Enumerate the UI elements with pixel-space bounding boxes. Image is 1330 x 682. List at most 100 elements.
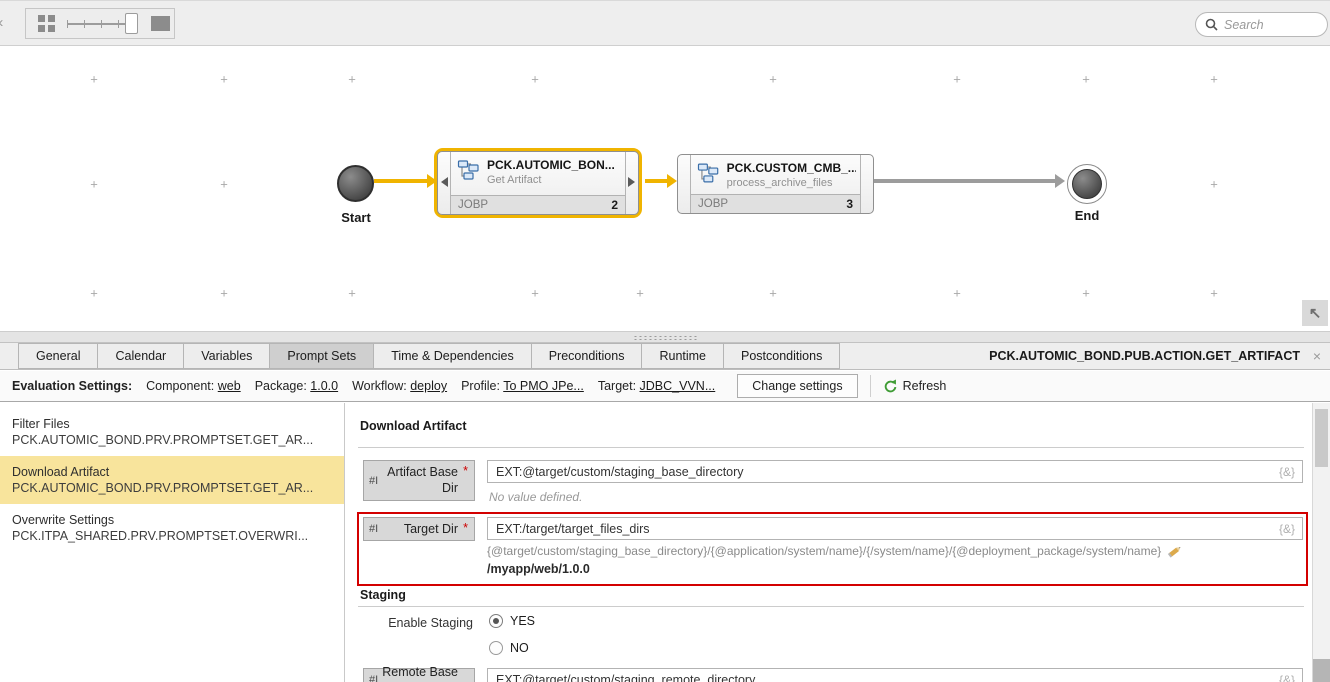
scrollbar-thumb[interactable] bbox=[1315, 409, 1328, 467]
change-settings-button[interactable]: Change settings bbox=[737, 374, 857, 398]
tab-general[interactable]: General bbox=[18, 343, 98, 369]
target-dir-field: {&} bbox=[487, 517, 1303, 540]
list-item-filter-files[interactable]: Filter Files PCK.AUTOMIC_BOND.PRV.PROMPT… bbox=[0, 408, 344, 456]
collapse-panel-icon[interactable]: « bbox=[0, 14, 1, 31]
section-heading: Download Artifact bbox=[360, 419, 466, 433]
remote-base-dir-input[interactable] bbox=[487, 668, 1303, 682]
splitter-handle-icon bbox=[633, 335, 697, 341]
grid-mark: + bbox=[769, 72, 777, 87]
tab-prompt-sets[interactable]: Prompt Sets bbox=[269, 343, 374, 369]
edit-pencil-icon[interactable] bbox=[1167, 544, 1183, 558]
end-node-label: End bbox=[1058, 208, 1116, 223]
profile-label: Profile: bbox=[461, 379, 500, 393]
divider bbox=[358, 606, 1304, 607]
refresh-label: Refresh bbox=[903, 379, 947, 393]
close-icon[interactable]: × bbox=[1313, 343, 1321, 370]
node-left-handle[interactable] bbox=[678, 155, 691, 213]
workflow-link[interactable]: deploy bbox=[410, 379, 447, 393]
grid-mark: + bbox=[90, 72, 98, 87]
grid-mark: + bbox=[1210, 72, 1218, 87]
app-window: « ++++++++++++++++++++ Start bbox=[0, 0, 1330, 682]
profile-link[interactable]: To PMO JPe... bbox=[503, 379, 584, 393]
staging-section-heading: Staging bbox=[360, 588, 406, 602]
refresh-button[interactable]: Refresh bbox=[883, 379, 947, 394]
grid-mark: + bbox=[531, 286, 539, 301]
radio-icon[interactable] bbox=[489, 614, 503, 628]
remote-base-dir-field: {&} bbox=[487, 668, 1303, 682]
workflow-node-get-artifact[interactable]: PCK.AUTOMIC_BON... Get Artifact JOBP 2 bbox=[434, 148, 642, 218]
node-right-handle[interactable] bbox=[625, 152, 638, 214]
target-link[interactable]: JDBC_VVN... bbox=[640, 379, 716, 393]
end-node[interactable] bbox=[1067, 164, 1107, 204]
grid-mark: + bbox=[1210, 177, 1218, 192]
tab-calendar[interactable]: Calendar bbox=[97, 343, 184, 369]
target-dir-highlight-box: #I Target Dir * {&} {@target/custom/stag… bbox=[357, 512, 1308, 586]
edge-arrowhead bbox=[1055, 174, 1065, 188]
panel-splitter[interactable] bbox=[0, 331, 1330, 343]
workflow-node-process-archive-files[interactable]: PCK.CUSTOM_CMB_... process_archive_files… bbox=[677, 154, 874, 214]
grid-mark: + bbox=[769, 286, 777, 301]
zoom-slider-handle[interactable] bbox=[125, 13, 138, 34]
list-item-title: Filter Files bbox=[12, 416, 332, 432]
tab-preconditions[interactable]: Preconditions bbox=[531, 343, 643, 369]
list-item-overwrite-settings[interactable]: Overwrite Settings PCK.ITPA_SHARED.PRV.P… bbox=[0, 504, 344, 552]
grid-mark: + bbox=[953, 286, 961, 301]
node-left-handle[interactable] bbox=[438, 152, 451, 214]
grid-mark: + bbox=[90, 286, 98, 301]
search-box bbox=[1195, 12, 1328, 37]
grid-mark: + bbox=[1210, 286, 1218, 301]
component-label: Component: bbox=[146, 379, 214, 393]
tab-time-dependencies[interactable]: Time & Dependencies bbox=[373, 343, 532, 369]
radio-label: YES bbox=[510, 614, 535, 628]
grid-mark: + bbox=[348, 286, 356, 301]
node-index: 2 bbox=[611, 198, 618, 212]
component-link[interactable]: web bbox=[218, 379, 241, 393]
list-item-download-artifact[interactable]: Download Artifact PCK.AUTOMIC_BOND.PRV.P… bbox=[0, 456, 344, 504]
tab-postconditions[interactable]: Postconditions bbox=[723, 343, 840, 369]
workflow-label: Workflow: bbox=[352, 379, 407, 393]
search-input[interactable] bbox=[1224, 18, 1318, 32]
start-node[interactable] bbox=[337, 165, 374, 202]
grid-mark: + bbox=[90, 177, 98, 192]
node-type: JOBP bbox=[698, 198, 728, 210]
scrollbar-down-button[interactable] bbox=[1313, 659, 1330, 682]
start-node-label: Start bbox=[327, 210, 385, 225]
node-title: PCK.AUTOMIC_BON... bbox=[487, 158, 615, 172]
canvas-toolbar: « bbox=[0, 1, 1330, 46]
grid-mark: + bbox=[220, 72, 228, 87]
grid-view-icon[interactable] bbox=[38, 15, 45, 22]
radio-enable-staging-no[interactable]: NO bbox=[489, 641, 529, 655]
no-value-note: No value defined. bbox=[489, 490, 582, 504]
vertical-scrollbar[interactable] bbox=[1312, 403, 1330, 682]
node-title: PCK.CUSTOM_CMB_... bbox=[727, 161, 856, 175]
edge-start-to-node1 bbox=[374, 179, 428, 183]
zoom-fit-button[interactable] bbox=[151, 16, 170, 31]
zoom-slider[interactable] bbox=[67, 13, 135, 34]
edge-node2-to-end bbox=[874, 179, 1056, 183]
object-title: PCK.AUTOMIC_BOND.PUB.ACTION.GET_ARTIFACT bbox=[989, 343, 1300, 370]
package-link[interactable]: 1.0.0 bbox=[310, 379, 338, 393]
radio-enable-staging-yes[interactable]: YES bbox=[489, 614, 535, 628]
list-item-subtitle: PCK.AUTOMIC_BOND.PRV.PROMPTSET.GET_AR... bbox=[12, 480, 332, 496]
radio-icon[interactable] bbox=[489, 641, 503, 655]
node-subtitle: Get Artifact bbox=[487, 174, 615, 186]
grid-mark: + bbox=[531, 72, 539, 87]
list-item-subtitle: PCK.ITPA_SHARED.PRV.PROMPTSET.OVERWRI... bbox=[12, 528, 332, 544]
divider bbox=[358, 447, 1304, 448]
edge-arrowhead bbox=[667, 174, 677, 188]
target-dir-resolved-value: /myapp/web/1.0.0 bbox=[487, 562, 590, 576]
radio-label: NO bbox=[510, 641, 529, 655]
artifact-base-dir-input[interactable] bbox=[487, 460, 1303, 483]
divider bbox=[870, 375, 871, 397]
tab-runtime[interactable]: Runtime bbox=[641, 343, 724, 369]
required-marker: * bbox=[463, 521, 468, 535]
node-right-handle[interactable] bbox=[860, 155, 873, 213]
tab-variables[interactable]: Variables bbox=[183, 343, 270, 369]
search-icon bbox=[1205, 18, 1218, 31]
target-label: Target: bbox=[598, 379, 636, 393]
restore-layout-button[interactable]: ↖ bbox=[1302, 300, 1328, 326]
target-dir-input[interactable] bbox=[487, 517, 1303, 540]
grid-mark: + bbox=[348, 72, 356, 87]
workflow-canvas[interactable]: ++++++++++++++++++++ Start bbox=[0, 47, 1330, 331]
workflow-object-icon bbox=[697, 161, 721, 185]
